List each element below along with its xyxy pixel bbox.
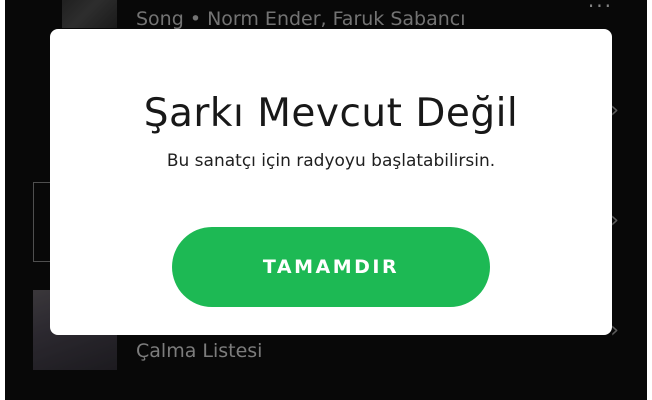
- dialog-title: Şarkı Mevcut Değil: [143, 91, 519, 136]
- app-background: Song • Norm Ender, Faruk Sabancı ··· › ›…: [5, 0, 647, 400]
- dialog-message: Bu sanatçı için radyoyu başlatabilirsin.: [166, 151, 496, 171]
- ok-button[interactable]: TAMAMDIR: [172, 227, 490, 307]
- song-unavailable-dialog: Şarkı Mevcut Değil Bu sanatçı için radyo…: [50, 29, 612, 335]
